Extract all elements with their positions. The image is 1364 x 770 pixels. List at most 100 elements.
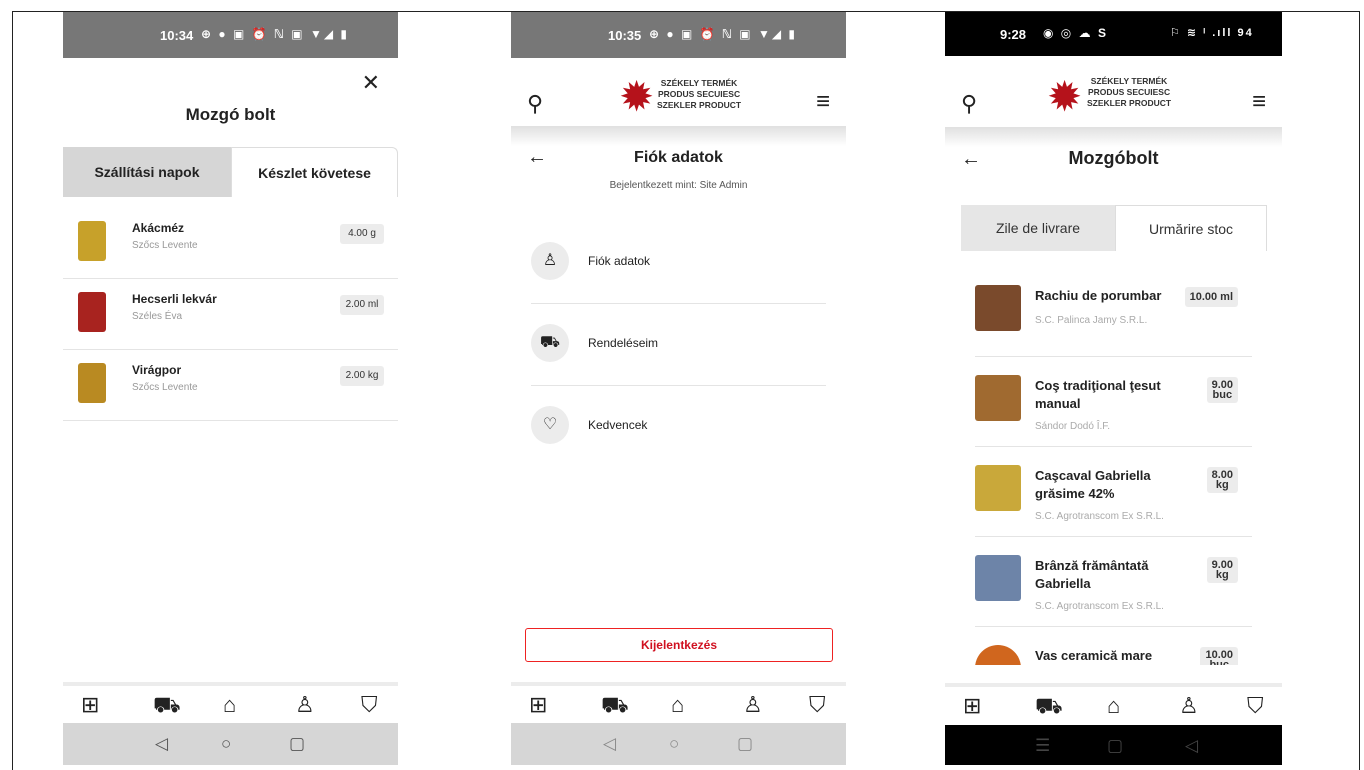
cart-icon[interactable]: ⛉ [809, 692, 826, 718]
product-name: Virágpor [132, 363, 182, 377]
truck-icon: ⛟ [531, 324, 569, 362]
product-seller: Szőcs Levente [132, 240, 198, 251]
product-seller: Sándor Dodó Î.F. [1035, 421, 1111, 432]
quantity-badge: 4.00 g [340, 224, 384, 244]
header-shadow [511, 126, 846, 146]
home-nav-icon[interactable]: ○ [221, 734, 231, 754]
hamburger-icon[interactable]: ≡ [816, 88, 830, 116]
heart-icon: ♡ [531, 406, 569, 444]
list-item[interactable]: Akácméz Szőcs Levente 4.00 g [63, 208, 398, 279]
product-image [975, 285, 1021, 331]
user-icon[interactable]: ♙ [1179, 693, 1199, 719]
home-nav-icon[interactable]: ○ [669, 734, 679, 754]
status-time: 9:28 [1000, 27, 1027, 42]
list-item[interactable]: Brânză frământată Gabriella S.C. Agrotra… [975, 537, 1252, 627]
logged-in-as: Bejelentkezett mint: Site Admin [609, 180, 748, 191]
grid-icon[interactable]: ⊞ [81, 692, 99, 718]
back-nav-icon[interactable]: ◁ [603, 734, 616, 754]
grid-icon[interactable]: ⊞ [529, 692, 547, 718]
bottom-tab-bar: ⊞ ⛟ ⌂ ♙ ⛉ [63, 682, 398, 724]
product-image [78, 292, 106, 332]
tab-stock-tracking[interactable]: Készlet követese [231, 147, 398, 197]
status-icons-right: ⚐ ≋ ᴵ .ıll 94 [1170, 27, 1254, 39]
status-time: 10:35 [608, 28, 642, 43]
system-nav-bar: ◁ ○ ▢ [511, 723, 846, 765]
menu-item-account[interactable]: ♙ Fiók adatok [531, 222, 826, 304]
list-item[interactable]: Virágpor Szőcs Levente 2.00 kg [63, 350, 398, 421]
logo-star-icon[interactable]: ✹ [619, 76, 654, 118]
page-title: Mozgó bolt [185, 105, 276, 124]
logo-text: SZÉKELY TERMÉK PRODUS SECUIESC SZEKLER P… [1087, 76, 1171, 109]
product-image [975, 555, 1021, 601]
product-image [78, 221, 106, 261]
logout-button[interactable]: Kijelentkezés [525, 628, 833, 662]
list-item[interactable]: Caşcaval Gabriella grăsime 42% S.C. Agro… [975, 447, 1252, 537]
quantity-value: 10.00 ml [1189, 291, 1233, 303]
status-bar: 10:35 ⊕ ● ▣ ⏰ ℕ ▣ ▼◢ ▮ [511, 12, 846, 58]
list-item[interactable]: Coş tradiţional ţesut manual Sándor Dodó… [975, 357, 1252, 447]
home-nav-icon[interactable]: ▢ [1107, 736, 1123, 756]
recents-nav-icon[interactable]: ☰ [1035, 736, 1050, 756]
logo-line-2: PRODUS SECUIESC [657, 89, 741, 99]
list-item[interactable]: Hecserli lekvár Széles Éva 2.00 ml [63, 279, 398, 350]
status-icons: ⊕ ● ▣ ⏰ ℕ ▣ ▼◢ ▮ [649, 27, 798, 41]
list-item[interactable]: Vas ceramică mare pentru sarmale 10.00bu… [975, 627, 1252, 665]
menu-item-favorites[interactable]: ♡ Kedvencek [531, 386, 826, 468]
logo-star-icon[interactable]: ✹ [1047, 76, 1082, 118]
back-nav-icon[interactable]: ◁ [1185, 736, 1198, 756]
status-icons: ⊕ ● ▣ ⏰ ℕ ▣ ▼◢ ▮ [201, 27, 350, 41]
cart-icon[interactable]: ⛉ [361, 692, 378, 718]
store-icon[interactable]: ⌂ [671, 692, 684, 718]
store-icon[interactable]: ⌂ [223, 692, 236, 718]
product-image [975, 375, 1021, 421]
search-icon[interactable]: ⚲ [527, 91, 543, 117]
list-item[interactable]: Rachiu de porumbar S.C. Palinca Jamy S.R… [975, 267, 1252, 357]
product-seller: S.C. Agrotranscom Ex S.R.L. [1035, 601, 1164, 612]
back-nav-icon[interactable]: ◁ [155, 734, 168, 754]
system-nav-bar: ☰ ▢ ◁ [945, 725, 1282, 765]
phone-screen-account: 10:35 ⊕ ● ▣ ⏰ ℕ ▣ ▼◢ ▮ ⚲ ✹ SZÉKELY TERMÉ… [511, 12, 846, 765]
tab-delivery-days[interactable]: Zile de livrare [961, 205, 1115, 251]
truck-icon[interactable]: ⛟ [1035, 693, 1063, 722]
user-icon[interactable]: ♙ [743, 692, 763, 718]
hamburger-icon[interactable]: ≡ [1252, 88, 1266, 116]
product-name: Brânză frământată Gabriella [1035, 558, 1149, 591]
search-icon[interactable]: ⚲ [961, 91, 977, 117]
bottom-tab-bar: ⊞ ⛟ ⌂ ♙ ⛉ [945, 683, 1282, 725]
status-time: 10:34 [160, 28, 194, 43]
menu-item-label: Rendeléseim [588, 336, 659, 350]
quantity-badge: 10.00 ml [1184, 287, 1238, 307]
product-name: Hecserli lekvár [132, 292, 217, 306]
tab-stock-tracking[interactable]: Urmărire stoc [1115, 205, 1267, 251]
account-menu: ♙ Fiók adatok ⛟ Rendeléseim ♡ Kedvencek [531, 222, 826, 468]
bottom-tab-bar: ⊞ ⛟ ⌂ ♙ ⛉ [511, 682, 846, 724]
cart-icon[interactable]: ⛉ [1247, 693, 1264, 719]
logo-line-3: SZEKLER PRODUCT [657, 100, 742, 110]
product-name: Akácméz [132, 221, 185, 235]
tab-delivery-days[interactable]: Szállítási napok [63, 147, 231, 197]
recents-nav-icon[interactable]: ▢ [289, 734, 305, 754]
logo-line-2: PRODUS SECUIESC [1087, 87, 1171, 97]
product-name: Coş tradiţional ţesut manual [1035, 378, 1161, 411]
menu-item-orders[interactable]: ⛟ Rendeléseim [531, 304, 826, 386]
quantity-badge: 8.00 kg [1206, 467, 1238, 493]
phone-screen-mozgo-bolt: 10:34 ⊕ ● ▣ ⏰ ℕ ▣ ▼◢ ▮ ✕ Mozgó bolt Szál… [63, 12, 398, 765]
quantity-badge: 2.00 kg [340, 366, 384, 386]
recents-nav-icon[interactable]: ▢ [737, 734, 753, 754]
product-name: Rachiu de porumbar [1035, 288, 1162, 303]
menu-item-label: Fiók adatok [588, 254, 651, 268]
close-icon[interactable]: ✕ [362, 70, 380, 96]
truck-icon[interactable]: ⛟ [601, 692, 629, 721]
status-icons-left: ◉ ◎ ☁ S [1043, 26, 1108, 40]
user-icon: ♙ [531, 242, 569, 280]
product-image [975, 645, 1021, 665]
truck-icon[interactable]: ⛟ [153, 692, 181, 721]
user-icon[interactable]: ♙ [295, 692, 315, 718]
quantity-badge: 9.00 kg [1206, 557, 1238, 583]
system-nav-bar: ◁ ○ ▢ [63, 723, 398, 765]
logo-line-3: SZEKLER PRODUCT [1087, 98, 1172, 108]
store-icon[interactable]: ⌂ [1107, 693, 1120, 719]
grid-icon[interactable]: ⊞ [963, 693, 981, 719]
product-name: Vas ceramică mare pentru sarmale [1035, 648, 1153, 663]
logo-line-1: SZÉKELY TERMÉK [660, 78, 738, 88]
